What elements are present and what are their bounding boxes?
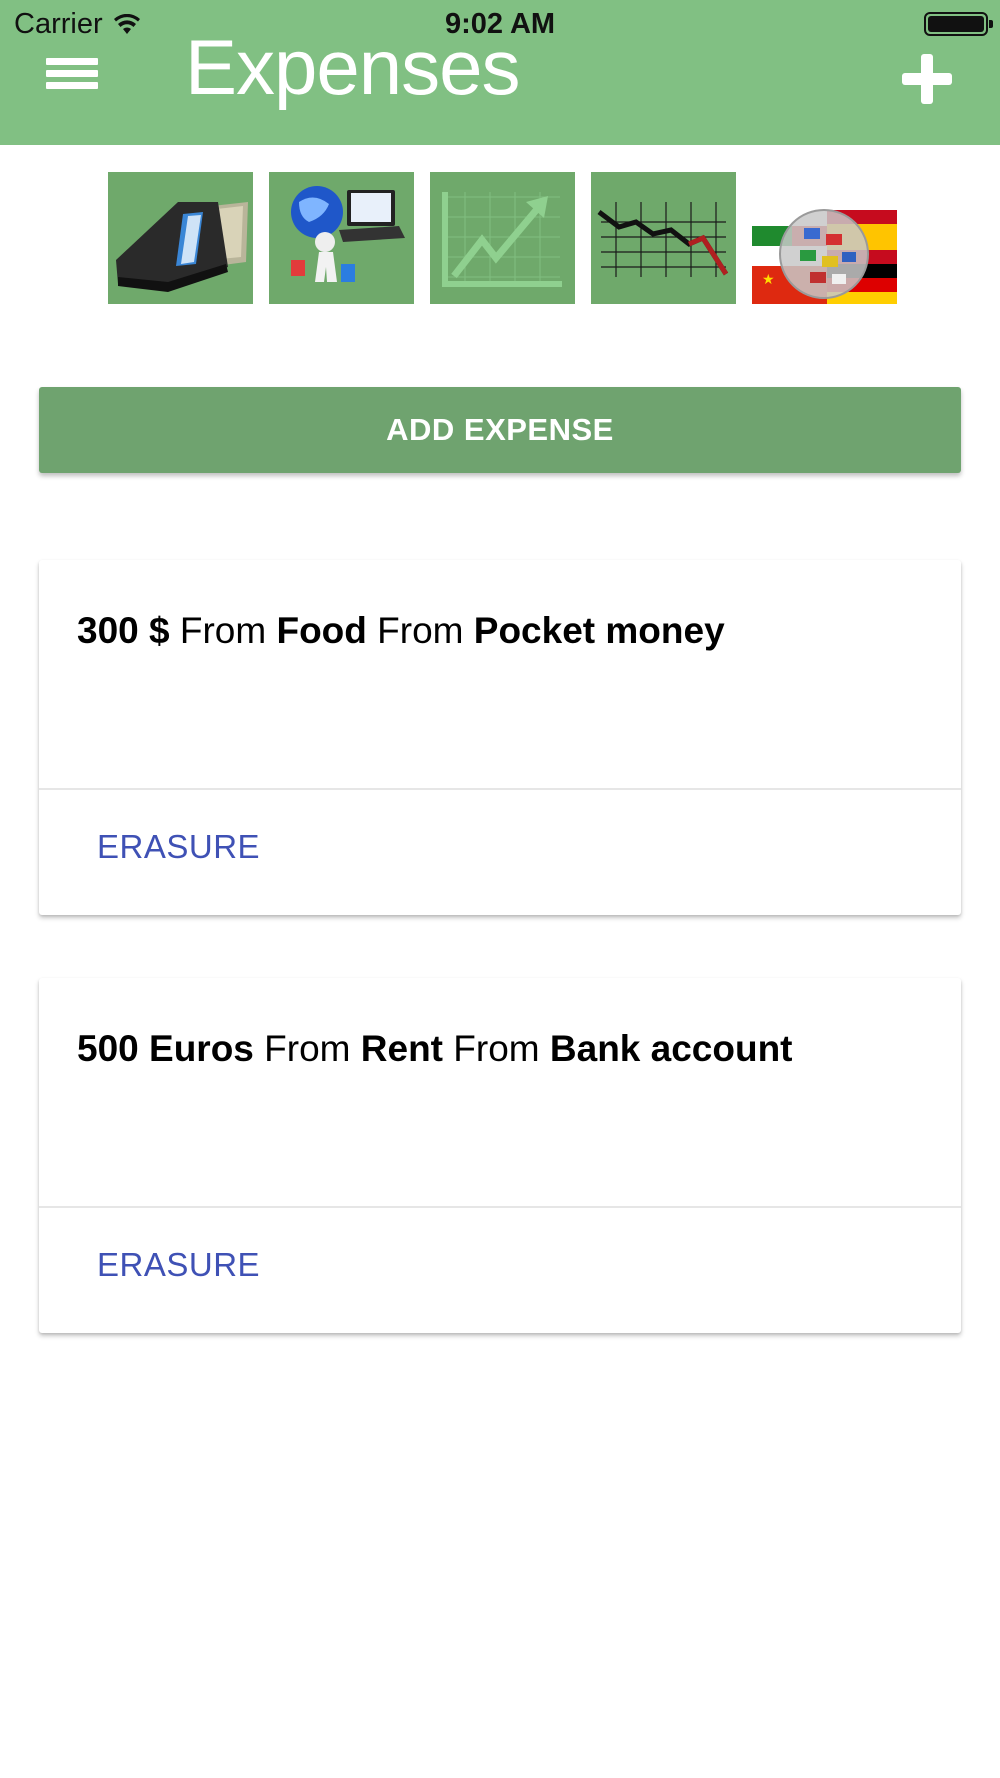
erasure-button[interactable]: ERASURE — [97, 828, 260, 866]
page-title: Expenses — [185, 23, 521, 111]
expense-summary: 500 Euros From Rent From Bank account — [77, 1028, 793, 1070]
falling-chart-icon[interactable] — [591, 172, 736, 304]
expense-source: Pocket money — [473, 610, 725, 651]
expense-summary: 300 $ From Food From Pocket money — [77, 610, 725, 652]
erasure-button[interactable]: ERASURE — [97, 1246, 260, 1284]
expense-card: 300 $ From Food From Pocket money ERASUR… — [39, 560, 961, 915]
expense-source: Bank account — [549, 1028, 793, 1069]
from-text: From — [179, 610, 267, 651]
thumbnail-bar: ★ — [108, 172, 897, 304]
rising-chart-icon[interactable] — [430, 172, 575, 304]
plus-icon[interactable] — [902, 54, 952, 104]
hamburger-menu-icon[interactable] — [46, 58, 98, 98]
expense-category: Rent — [360, 1028, 443, 1069]
expense-amount: 300 $ — [77, 610, 170, 651]
expense-card: 500 Euros From Rent From Bank account ER… — [39, 978, 961, 1333]
card-divider — [39, 1206, 961, 1208]
add-expense-button[interactable]: ADD EXPENSE — [39, 387, 961, 473]
app-header: Carrier 9:02 AM Expenses — [0, 0, 1000, 145]
flags-globe-icon[interactable]: ★ — [752, 172, 897, 304]
shopping-globe-icon[interactable] — [269, 172, 414, 304]
expense-amount: 500 Euros — [77, 1028, 254, 1069]
svg-text:★: ★ — [762, 272, 775, 288]
wallet-icon[interactable] — [108, 172, 253, 304]
card-divider — [39, 788, 961, 790]
expense-category: Food — [276, 610, 367, 651]
battery-icon — [924, 12, 993, 36]
from-text: From — [264, 1028, 351, 1069]
from-text: From — [453, 1028, 540, 1069]
from-text: From — [377, 610, 464, 651]
